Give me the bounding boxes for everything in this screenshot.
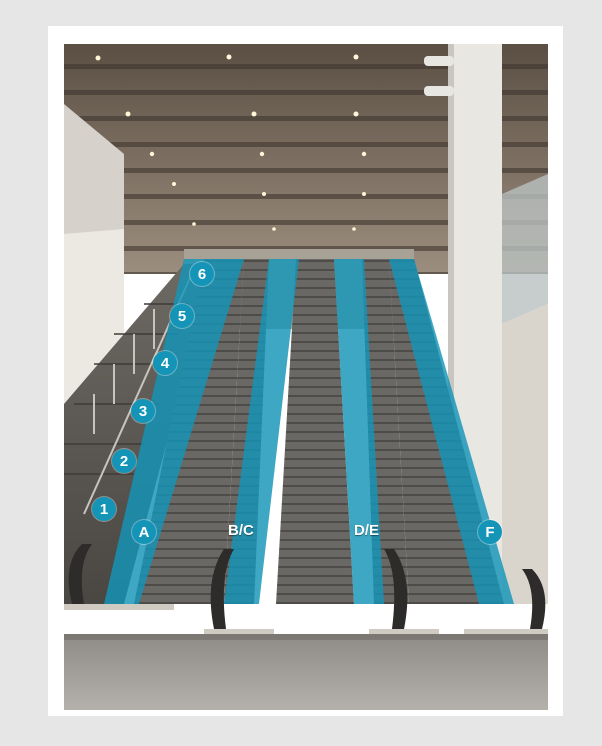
step-marker-3: 3 bbox=[131, 399, 155, 423]
step-marker-4: 4 bbox=[153, 351, 177, 375]
escalator-label-bc: B/C bbox=[228, 522, 254, 539]
floor bbox=[64, 634, 548, 710]
escalator-label-f: F bbox=[478, 520, 502, 544]
step-marker-5: 5 bbox=[170, 304, 194, 328]
escalator-label-a: A bbox=[132, 520, 156, 544]
step-marker-1: 1 bbox=[92, 497, 116, 521]
escalator-label-de: D/E bbox=[354, 522, 380, 539]
escalator-photo: 1 2 3 4 5 6 A B/C D/E F bbox=[64, 44, 548, 710]
escalator-scene bbox=[64, 44, 548, 710]
step-marker-6: 6 bbox=[190, 262, 214, 286]
step-marker-2: 2 bbox=[112, 449, 136, 473]
